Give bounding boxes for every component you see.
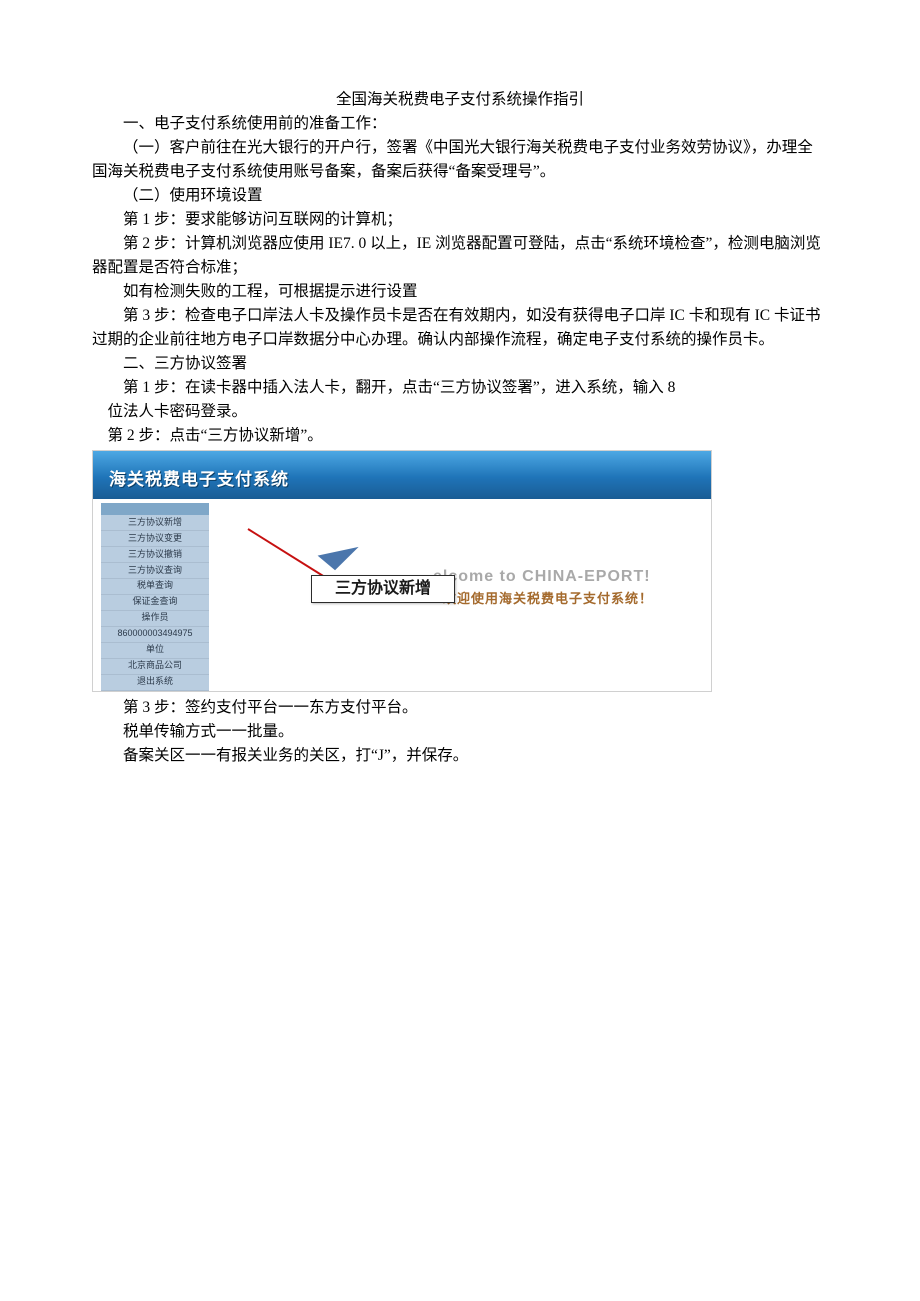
paragraph: 如有检测失败的工程，可根据提示进行设置 xyxy=(92,280,828,304)
app-content: elcome to CHINA-EPORT! 欢迎使用海关税费电子支付系统！ 三… xyxy=(223,499,711,691)
sidebar-item-company-name: 北京商品公司 xyxy=(101,659,209,675)
sidebar-item-change-agreement[interactable]: 三方协议变更 xyxy=(101,531,209,547)
paragraph: （一）客户前往在光大银行的开户行，签署《中国光大银行海关税费电子支付业务效劳协议… xyxy=(92,136,828,184)
document-page: 全国海关税费电子支付系统操作指引 一、电子支付系统使用前的准备工作： （一）客户… xyxy=(0,0,920,1301)
step-line: 第 1 步：在读卡器中插入法人卡，翻开，点击“三方协议签署”，进入系统，输入 8 xyxy=(92,376,828,400)
sidebar-item-deposit-query[interactable]: 保证金查询 xyxy=(101,595,209,611)
sidebar-item-company-label: 单位 xyxy=(101,643,209,659)
sidebar-item-revoke-agreement[interactable]: 三方协议撤销 xyxy=(101,547,209,563)
app-body: 三方协议新增 三方协议变更 三方协议撤销 三方协议查询 税单查询 保证金查询 操… xyxy=(93,499,711,691)
paragraph: 税单传输方式一一批量。 xyxy=(92,720,828,744)
logo-wing-icon xyxy=(318,547,363,573)
app-screenshot: 海关税费电子支付系统 三方协议新增 三方协议变更 三方协议撤销 三方协议查询 税… xyxy=(92,450,712,692)
app-header-title: 海关税费电子支付系统 xyxy=(109,467,289,493)
welcome-subheading: 欢迎使用海关税费电子支付系统！ xyxy=(443,589,653,609)
paragraph: （二）使用环境设置 xyxy=(92,184,828,208)
welcome-heading: elcome to CHINA-EPORT! xyxy=(433,565,651,590)
sidebar-item-operator-num: 860000003494975 xyxy=(101,627,209,643)
section-heading: 二、三方协议签署 xyxy=(92,352,828,376)
sidebar-cap xyxy=(101,503,209,515)
sidebar-item-logout[interactable]: 退出系统 xyxy=(101,675,209,691)
sidebar-item-add-agreement[interactable]: 三方协议新增 xyxy=(101,515,209,531)
sidebar-item-query-agreement[interactable]: 三方协议查询 xyxy=(101,563,209,579)
text-run: （一）客户前往在光大银行的开户行，签署《中国光大银行海关税费电子支付业务效劳协议… xyxy=(92,139,813,180)
app-header-band: 海关税费电子支付系统 xyxy=(93,451,711,499)
paragraph: 备案关区一一有报关业务的关区，打“J”，并保存。 xyxy=(92,744,828,768)
page-title: 全国海关税费电子支付系统操作指引 xyxy=(92,88,828,112)
sidebar-item-tax-query[interactable]: 税单查询 xyxy=(101,579,209,595)
callout-box: 三方协议新增 xyxy=(311,575,455,603)
step-line: 第 2 步：计算机浏览器应使用 IE7. 0 以上，IE 浏览器配置可登陆，点击… xyxy=(92,232,828,280)
step-line: 第 1 步：要求能够访问互联网的计算机； xyxy=(92,208,828,232)
section-heading: 一、电子支付系统使用前的准备工作： xyxy=(92,112,828,136)
sidebar-item-operator-label: 操作员 xyxy=(101,611,209,627)
callout-label: 三方协议新增 xyxy=(335,577,431,602)
step-line-cont: 位法人卡密码登录。 xyxy=(92,400,828,424)
text-run: 第 2 步：计算机浏览器应使用 IE7. 0 以上，IE 浏览器配置可登陆，点击… xyxy=(92,235,821,276)
app-sidebar: 三方协议新增 三方协议变更 三方协议撤销 三方协议查询 税单查询 保证金查询 操… xyxy=(101,503,209,692)
text-run: 第 3 步：检查电子口岸法人卡及操作员卡是否在有效期内，如没有获得电子口岸 IC… xyxy=(92,307,821,348)
step-line: 第 3 步：检查电子口岸法人卡及操作员卡是否在有效期内，如没有获得电子口岸 IC… xyxy=(92,304,828,352)
step-line: 第 2 步：点击“三方协议新增”。 xyxy=(92,424,828,448)
step-line: 第 3 步：签约支付平台一一东方支付平台。 xyxy=(92,696,828,720)
